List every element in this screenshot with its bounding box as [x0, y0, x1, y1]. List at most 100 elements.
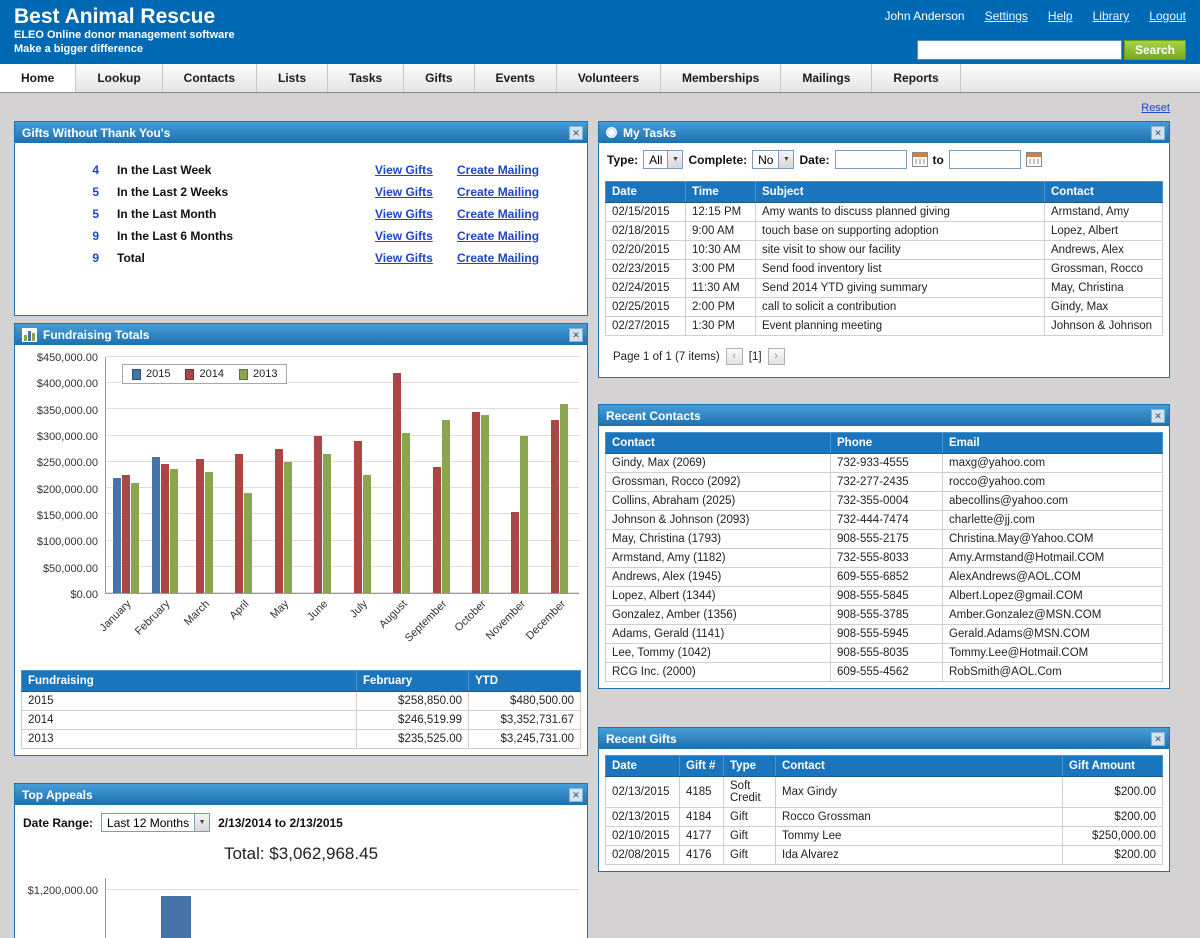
contact-row[interactable]: Gindy, Max (2069) 732-933-4555 maxg@yaho…: [606, 454, 1163, 473]
contact-name: Grossman, Rocco (2092): [606, 473, 831, 492]
close-icon[interactable]: [1151, 409, 1165, 423]
gift-count: 5: [25, 181, 113, 203]
create-mailing-link[interactable]: Create Mailing: [457, 207, 539, 221]
contact-row[interactable]: Adams, Gerald (1141) 908-555-5945 Gerald…: [606, 625, 1163, 644]
contact-row[interactable]: Johnson & Johnson (2093) 732-444-7474 ch…: [606, 511, 1163, 530]
contact-row[interactable]: Lopez, Albert (1344) 908-555-5845 Albert…: [606, 587, 1163, 606]
close-icon[interactable]: [1151, 126, 1165, 140]
bar-2014-June: [314, 436, 322, 593]
gift-row[interactable]: 02/08/2015 4176 Gift Ida Alvarez $200.00: [606, 846, 1163, 865]
date-range-label: Date Range:: [23, 816, 93, 830]
year-cell: 2013: [22, 730, 357, 749]
nav-tab[interactable]: Gifts: [404, 64, 474, 92]
task-date: 02/23/2015: [606, 260, 686, 279]
column-header: February: [357, 671, 469, 692]
pagination-text: Page 1 of 1 (7 items): [613, 351, 720, 363]
gift-amount: $200.00: [1063, 846, 1163, 865]
complete-filter-label: Complete:: [688, 153, 747, 167]
create-mailing-link[interactable]: Create Mailing: [457, 251, 539, 265]
nav-tab[interactable]: Home: [0, 64, 76, 92]
view-gifts-link[interactable]: View Gifts: [375, 185, 433, 199]
tasks-table: Date Time Subject Contact 02/15/2015: [605, 181, 1163, 336]
next-page-button[interactable]: [768, 348, 785, 365]
close-icon[interactable]: [569, 328, 583, 342]
contact-row[interactable]: RCG Inc. (2000) 609-555-4562 RobSmith@AO…: [606, 663, 1163, 682]
chart-legend: 201520142013: [122, 364, 287, 384]
contact-email: abecollins@yahoo.com: [943, 492, 1163, 511]
gift-row[interactable]: 02/13/2015 4184 Gift Rocco Grossman $200…: [606, 808, 1163, 827]
complete-filter-select[interactable]: No: [752, 150, 794, 169]
top-appeals-bar-chart: $1,200,000.00: [17, 878, 579, 938]
contact-row[interactable]: Andrews, Alex (1945) 609-555-6852 AlexAn…: [606, 568, 1163, 587]
tasks-pagination: Page 1 of 1 (7 items) [1]: [605, 342, 1163, 371]
view-gifts-link[interactable]: View Gifts: [375, 163, 433, 177]
nav-tab[interactable]: Lookup: [76, 64, 162, 92]
header-link[interactable]: Logout: [1149, 9, 1186, 23]
gift-count: 4: [25, 159, 113, 181]
search-button[interactable]: Search: [1124, 40, 1186, 60]
view-gifts-link[interactable]: View Gifts: [375, 229, 433, 243]
task-row[interactable]: 02/27/2015 1:30 PM Event planning meetin…: [606, 317, 1163, 336]
gift-summary-row: 9 In the Last 6 Months View Gifts Create…: [25, 225, 577, 247]
task-row[interactable]: 02/23/2015 3:00 PM Send food inventory l…: [606, 260, 1163, 279]
nav-tab[interactable]: Memberships: [661, 64, 781, 92]
calendar-icon[interactable]: [912, 152, 928, 167]
contact-row[interactable]: Collins, Abraham (2025) 732-355-0004 abe…: [606, 492, 1163, 511]
nav-tab[interactable]: Volunteers: [557, 64, 661, 92]
nav-tab[interactable]: Tasks: [328, 64, 404, 92]
ytd-total-cell: $3,352,731.67: [469, 711, 581, 730]
current-page: [1]: [749, 351, 762, 363]
contact-row[interactable]: Gonzalez, Amber (1356) 908-555-3785 Ambe…: [606, 606, 1163, 625]
x-tick-label: June: [305, 598, 330, 623]
nav-tab[interactable]: Contacts: [163, 64, 257, 92]
task-row[interactable]: 02/25/2015 2:00 PM call to solicit a con…: [606, 298, 1163, 317]
gift-number: 4176: [680, 846, 724, 865]
view-gifts-link[interactable]: View Gifts: [375, 207, 433, 221]
date-to-input[interactable]: [949, 150, 1021, 169]
nav-tab[interactable]: Lists: [257, 64, 328, 92]
task-row[interactable]: 02/24/2015 11:30 AM Send 2014 YTD giving…: [606, 279, 1163, 298]
header-link[interactable]: Settings: [985, 9, 1028, 23]
contact-phone: 732-355-0004: [831, 492, 943, 511]
header-link[interactable]: Library: [1093, 9, 1130, 23]
close-icon[interactable]: [569, 126, 583, 140]
type-filter-select[interactable]: All: [643, 150, 683, 169]
date-range-select[interactable]: Last 12 Months: [101, 813, 210, 832]
gift-row[interactable]: 02/10/2015 4177 Gift Tommy Lee $250,000.…: [606, 827, 1163, 846]
chevron-down-icon: [667, 151, 682, 168]
create-mailing-link[interactable]: Create Mailing: [457, 163, 539, 177]
task-row[interactable]: 02/15/2015 12:15 PM Amy wants to discuss…: [606, 203, 1163, 222]
bar-Top Appeal: [161, 896, 191, 938]
close-icon[interactable]: [1151, 732, 1165, 746]
calendar-icon[interactable]: [1026, 152, 1042, 167]
create-mailing-link[interactable]: Create Mailing: [457, 229, 539, 243]
left-column: Gifts Without Thank You's 4 In the Last …: [14, 121, 588, 938]
nav-tab[interactable]: Reports: [872, 64, 960, 92]
date-from-input[interactable]: [835, 150, 907, 169]
to-label: to: [933, 153, 944, 167]
contact-row[interactable]: Grossman, Rocco (2092) 732-277-2435 rocc…: [606, 473, 1163, 492]
contact-row[interactable]: May, Christina (1793) 908-555-2175 Chris…: [606, 530, 1163, 549]
reset-link[interactable]: Reset: [1141, 102, 1170, 114]
bar-group: [264, 357, 303, 593]
view-gifts-link[interactable]: View Gifts: [375, 251, 433, 265]
x-tick-label: July: [348, 598, 370, 620]
gift-row[interactable]: 02/13/2015 4185 Soft Credit Max Gindy $2…: [606, 777, 1163, 808]
contact-row[interactable]: Armstand, Amy (1182) 732-555-8033 Amy.Ar…: [606, 549, 1163, 568]
contact-row[interactable]: Lee, Tommy (1042) 908-555-8035 Tommy.Lee…: [606, 644, 1163, 663]
create-mailing-link[interactable]: Create Mailing: [457, 185, 539, 199]
y-tick-label: $350,000.00: [37, 405, 98, 417]
panel-title: Top Appeals: [22, 788, 569, 802]
header-link[interactable]: Help: [1048, 9, 1073, 23]
bar-2013-August: [402, 433, 410, 593]
close-icon[interactable]: [569, 788, 583, 802]
search-input[interactable]: [917, 40, 1122, 60]
previous-page-button[interactable]: [726, 348, 743, 365]
task-row[interactable]: 02/20/2015 10:30 AM site visit to show o…: [606, 241, 1163, 260]
y-tick-label: $200,000.00: [37, 484, 98, 496]
contact-email: maxg@yahoo.com: [943, 454, 1163, 473]
task-row[interactable]: 02/18/2015 9:00 AM touch base on support…: [606, 222, 1163, 241]
nav-tab[interactable]: Events: [475, 64, 557, 92]
task-date: 02/15/2015: [606, 203, 686, 222]
nav-tab[interactable]: Mailings: [781, 64, 872, 92]
